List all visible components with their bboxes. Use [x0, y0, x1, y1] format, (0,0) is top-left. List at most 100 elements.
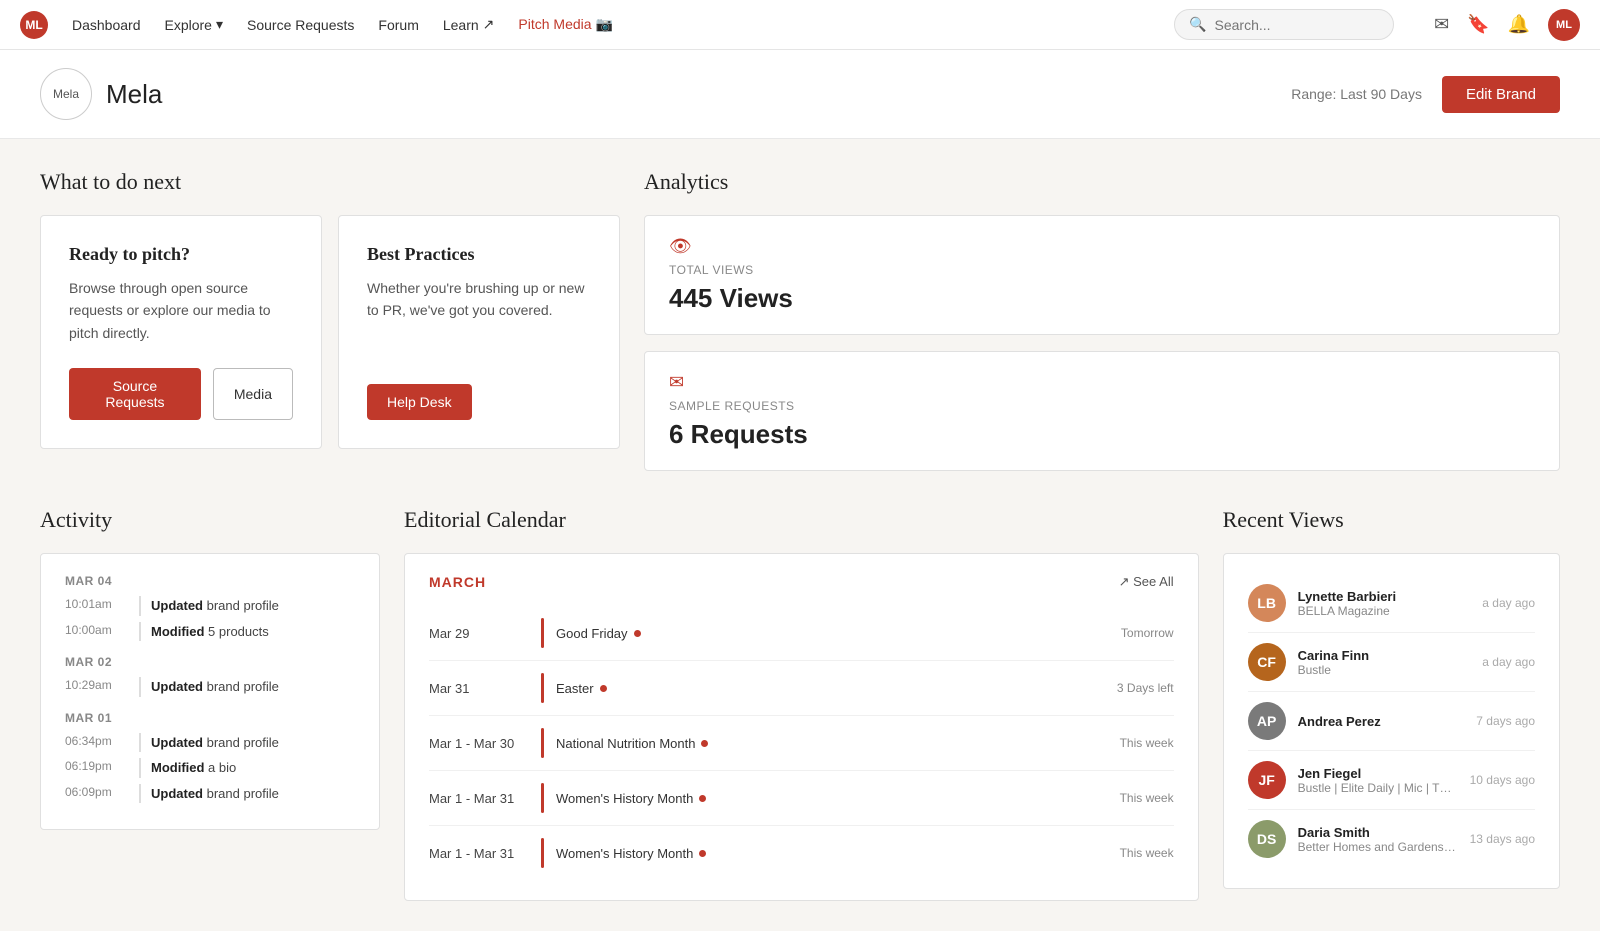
edit-brand-button[interactable]: Edit Brand — [1442, 76, 1560, 113]
mail-icon[interactable]: ✉ — [1434, 14, 1449, 35]
recent-person-name: Andrea Perez — [1298, 714, 1465, 729]
nav-dashboard[interactable]: Dashboard — [72, 17, 141, 33]
recent-view-item[interactable]: LB Lynette Barbieri BELLA Magazine a day… — [1248, 574, 1535, 633]
recent-info: Daria Smith Better Homes and Gardens | F… — [1298, 825, 1458, 854]
source-requests-button[interactable]: Source Requests — [69, 368, 201, 420]
cal-event-dot — [600, 685, 607, 692]
cal-event-dot — [699, 795, 706, 802]
editorial-section: Editorial Calendar MARCH ↗ See All Mar 2… — [404, 507, 1199, 901]
brand-logo: Mela — [40, 68, 92, 120]
avatar: LB — [1248, 584, 1286, 622]
recent-views-title: Recent Views — [1223, 507, 1560, 533]
total-views-value: 445 Views — [669, 283, 1535, 314]
nav-explore[interactable]: Explore ▾ — [165, 16, 224, 33]
avatar: DS — [1248, 820, 1286, 858]
what-to-do-title: What to do next — [40, 169, 620, 195]
cal-event: Women's History Month — [556, 846, 1108, 861]
best-practices-buttons: Help Desk — [367, 384, 591, 420]
recent-views-section: Recent Views LB Lynette Barbieri BELLA M… — [1223, 507, 1560, 901]
activity-item: 06:34pm Updated brand profile — [65, 733, 355, 753]
help-desk-button[interactable]: Help Desk — [367, 384, 472, 420]
total-views-label: TOTAL VIEWS — [669, 263, 1535, 277]
recent-publication: Bustle — [1298, 663, 1458, 677]
editorial-row[interactable]: Mar 31 Easter 3 Days left — [429, 661, 1174, 716]
date-range-label: Range: Last 90 Days — [1291, 86, 1422, 102]
editorial-title: Editorial Calendar — [404, 507, 1199, 533]
cal-event: Good Friday — [556, 626, 1109, 641]
search-bar: 🔍 — [1174, 9, 1394, 40]
activity-section: Activity MAR 04 10:01am Updated brand pro… — [40, 507, 380, 901]
nav-learn[interactable]: Learn ↗ — [443, 16, 495, 33]
recent-time: 13 days ago — [1470, 832, 1535, 846]
activity-item: 06:19pm Modified a bio — [65, 758, 355, 778]
recent-time: a day ago — [1482, 596, 1535, 610]
envelope-icon: ✉ — [669, 372, 1535, 393]
see-all-link[interactable]: ↗ See All — [1119, 574, 1174, 590]
user-avatar[interactable]: ML — [1548, 9, 1580, 41]
navigation: ML Dashboard Explore ▾ Source Requests F… — [0, 0, 1600, 50]
cal-timing: 3 Days left — [1117, 681, 1174, 695]
activity-date-label: MAR 02 — [65, 655, 355, 669]
avatar: AP — [1248, 702, 1286, 740]
activity-item: 06:09pm Updated brand profile — [65, 784, 355, 804]
best-practices-title: Best Practices — [367, 244, 591, 265]
bottom-row: Activity MAR 04 10:01am Updated brand pro… — [40, 507, 1560, 901]
bell-icon[interactable]: 🔔 — [1508, 14, 1530, 35]
bookmark-icon[interactable]: 🔖 — [1467, 14, 1489, 35]
editorial-row[interactable]: Mar 29 Good Friday Tomorrow — [429, 606, 1174, 661]
recent-view-item[interactable]: DS Daria Smith Better Homes and Gardens … — [1248, 810, 1535, 868]
cal-event-dot — [634, 630, 641, 637]
cal-bar — [541, 838, 544, 868]
recent-view-item[interactable]: AP Andrea Perez 7 days ago — [1248, 692, 1535, 751]
editorial-box: MARCH ↗ See All Mar 29 Good Friday Tomor… — [404, 553, 1199, 901]
recent-view-item[interactable]: JF Jen Fiegel Bustle | Elite Daily | Mic… — [1248, 751, 1535, 810]
editorial-month: MARCH — [429, 574, 486, 590]
chevron-down-icon: ▾ — [216, 16, 223, 33]
cal-event: National Nutrition Month — [556, 736, 1108, 751]
cal-timing: Tomorrow — [1121, 626, 1174, 640]
activity-date-label: MAR 04 — [65, 574, 355, 588]
sample-requests-value: 6 Requests — [669, 419, 1535, 450]
avatar: JF — [1248, 761, 1286, 799]
recent-info: Lynette Barbieri BELLA Magazine — [1298, 589, 1471, 618]
cal-bar — [541, 783, 544, 813]
activity-date-label: MAR 01 — [65, 711, 355, 725]
cal-date: Mar 1 - Mar 30 — [429, 736, 529, 751]
main-content: What to do next Ready to pitch? Browse t… — [0, 139, 1600, 931]
search-input[interactable] — [1215, 17, 1375, 33]
activity-item: 10:01am Updated brand profile — [65, 596, 355, 616]
activity-text: Modified a bio — [139, 758, 236, 778]
cal-date: Mar 1 - Mar 31 — [429, 791, 529, 806]
cal-date: Mar 29 — [429, 626, 529, 641]
cal-date: Mar 1 - Mar 31 — [429, 846, 529, 861]
pitch-card-buttons: Source Requests Media — [69, 368, 293, 420]
cal-timing: This week — [1120, 736, 1174, 750]
activity-title: Activity — [40, 507, 380, 533]
cal-bar — [541, 728, 544, 758]
recent-time: 10 days ago — [1470, 773, 1535, 787]
recent-publication: Better Homes and Gardens | Fa... — [1298, 840, 1458, 854]
editorial-row[interactable]: Mar 1 - Mar 31 Women's History Month Thi… — [429, 771, 1174, 826]
eye-icon: 👁 — [669, 236, 1535, 257]
nav-forum[interactable]: Forum — [378, 17, 418, 33]
cal-event: Women's History Month — [556, 791, 1108, 806]
sample-requests-card: ✉ SAMPLE REQUESTS 6 Requests — [644, 351, 1560, 471]
recent-person-name: Daria Smith — [1298, 825, 1458, 840]
recent-person-name: Carina Finn — [1298, 648, 1471, 663]
cal-event-dot — [699, 850, 706, 857]
best-practices-text: Whether you're brushing up or new to PR,… — [367, 277, 591, 360]
best-practices-card: Best Practices Whether you're brushing u… — [338, 215, 620, 449]
recent-view-item[interactable]: CF Carina Finn Bustle a day ago — [1248, 633, 1535, 692]
analytics-cards: 👁 TOTAL VIEWS 445 Views ✉ SAMPLE REQUEST… — [644, 215, 1560, 471]
editorial-row[interactable]: Mar 1 - Mar 30 National Nutrition Month … — [429, 716, 1174, 771]
nav-source-requests[interactable]: Source Requests — [247, 17, 354, 33]
editorial-row[interactable]: Mar 1 - Mar 31 Women's History Month Thi… — [429, 826, 1174, 880]
nav-icons: ✉ 🔖 🔔 ML — [1434, 9, 1580, 41]
activity-time: 10:01am — [65, 596, 125, 616]
activity-time: 06:19pm — [65, 758, 125, 778]
activity-time: 10:00am — [65, 622, 125, 642]
nav-pitch-media[interactable]: Pitch Media 📷 — [518, 16, 612, 33]
media-button[interactable]: Media — [213, 368, 293, 420]
recent-time: a day ago — [1482, 655, 1535, 669]
total-views-card: 👁 TOTAL VIEWS 445 Views — [644, 215, 1560, 335]
